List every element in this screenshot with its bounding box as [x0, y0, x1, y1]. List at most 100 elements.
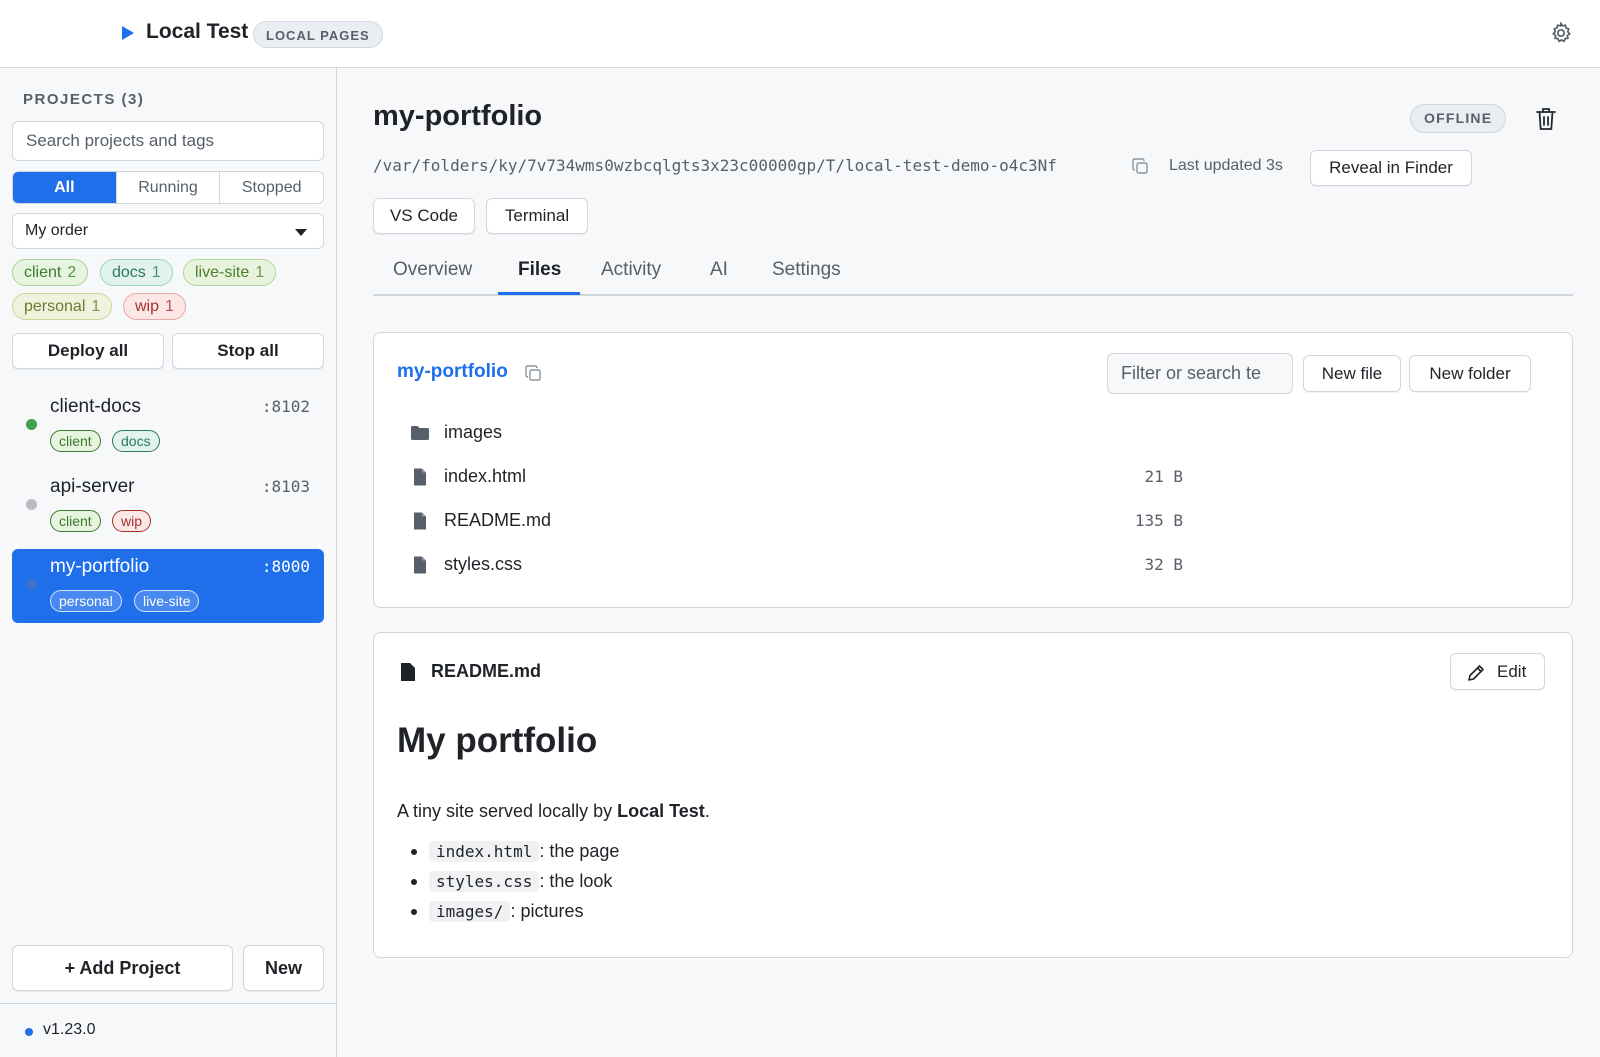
trash-icon[interactable]: [1534, 106, 1558, 132]
edit-button[interactable]: Edit: [1450, 653, 1545, 690]
order-select[interactable]: My order: [12, 213, 324, 249]
active-tab-indicator: [498, 292, 580, 295]
list-item-text: : pictures: [510, 901, 584, 921]
tag-name: live-site: [195, 264, 250, 281]
tab-activity[interactable]: Activity: [601, 259, 661, 281]
file-size: 135 B: [1134, 511, 1183, 530]
list-item-text: : the page: [539, 841, 620, 861]
tag-count: 2: [67, 264, 77, 281]
sidebar-footer: v1.23.0: [0, 1003, 337, 1057]
top-bar: Local Test LOCAL PAGES: [0, 0, 1600, 68]
file-row[interactable]: README.md 135 B: [397, 500, 1367, 544]
readme-preview: README.md Edit My portfolio A tiny site …: [373, 632, 1573, 958]
tag-filter-live-site[interactable]: live-site 1: [183, 259, 277, 286]
file-name: README.md: [444, 510, 552, 530]
tag-name: docs: [112, 264, 146, 281]
project-tabs: Overview Files Activity AI Settings: [373, 253, 1573, 296]
tag-filter-personal[interactable]: personal 1: [12, 293, 113, 320]
tag-count: 1: [91, 298, 101, 315]
new-folder-button[interactable]: New folder: [1409, 355, 1531, 392]
play-icon[interactable]: [122, 26, 134, 40]
copy-icon[interactable]: [525, 365, 542, 382]
file-icon: [414, 556, 426, 574]
project-tag: docs: [112, 430, 160, 452]
tag-count: 1: [151, 264, 161, 281]
tag-filter-client[interactable]: client 2: [12, 259, 89, 286]
project-name: my-portfolio: [50, 556, 150, 577]
readme-file-name: README.md: [431, 661, 542, 681]
filter-running[interactable]: Running: [117, 172, 221, 203]
file-name: index.html: [444, 466, 527, 486]
inline-code: styles.css: [429, 871, 540, 892]
status-dot-stopped: [26, 579, 37, 590]
search-projects-input[interactable]: [12, 121, 324, 161]
project-tag: live-site: [134, 590, 200, 612]
project-tag: client: [50, 430, 101, 452]
tab-settings[interactable]: Settings: [772, 259, 841, 281]
tag-count: 1: [165, 298, 174, 315]
project-item-my-portfolio[interactable]: my-portfolio :8000 personal live-site: [12, 549, 324, 623]
file-size: 21 B: [1144, 467, 1183, 486]
app-badge: LOCAL PAGES: [253, 21, 383, 48]
list-item: styles.css: the look: [411, 866, 619, 896]
tag-filter-docs[interactable]: docs 1: [100, 259, 173, 286]
tab-files[interactable]: Files: [518, 259, 561, 281]
gear-icon[interactable]: [1549, 21, 1573, 45]
status-badge: OFFLINE: [1410, 104, 1507, 133]
project-tag: wip: [112, 510, 152, 532]
project-item-client-docs[interactable]: client-docs :8102 client docs: [12, 389, 324, 463]
file-row[interactable]: index.html 21 B: [397, 456, 1367, 500]
pencil-icon: [1468, 665, 1484, 681]
project-title: my-portfolio: [373, 100, 543, 132]
list-item-text: : the look: [539, 871, 613, 891]
project-port: :8103: [261, 477, 310, 496]
file-icon: [401, 663, 415, 681]
tag-filter-wip[interactable]: wip 1: [123, 293, 186, 320]
readme-text: A tiny site served locally by: [397, 801, 618, 821]
chevron-down-icon: [295, 229, 307, 236]
app-title: Local Test: [146, 20, 249, 43]
readme-heading: My portfolio: [397, 721, 598, 760]
file-row[interactable]: images: [397, 412, 1367, 456]
tag-count: 1: [255, 264, 265, 281]
project-name: api-server: [50, 476, 135, 497]
file-icon: [414, 468, 426, 486]
file-browser: my-portfolio New file New folder images …: [373, 332, 1573, 608]
project-item-api-server[interactable]: api-server :8103 client wip: [12, 469, 324, 543]
inline-code: images/: [429, 901, 511, 922]
new-file-button[interactable]: New file: [1303, 355, 1401, 392]
add-project-button[interactable]: + Add Project: [12, 945, 233, 991]
tab-overview[interactable]: Overview: [393, 259, 472, 281]
vscode-button[interactable]: VS Code: [373, 198, 475, 234]
stop-all-button[interactable]: Stop all: [172, 333, 324, 369]
reveal-in-finder-button[interactable]: Reveal in Finder: [1310, 150, 1472, 186]
status-dot-stopped: [26, 499, 37, 510]
file-filter-input[interactable]: [1107, 353, 1293, 394]
project-name: client-docs: [50, 396, 141, 417]
readme-paragraph: A tiny site served locally by Local Test…: [397, 801, 710, 822]
project-port: :8102: [261, 397, 310, 416]
order-value: My order: [25, 222, 89, 239]
filter-all[interactable]: All: [13, 172, 117, 203]
projects-heading: PROJECTS (3): [23, 91, 145, 108]
file-size: 32 B: [1144, 555, 1183, 574]
inline-code: index.html: [429, 841, 540, 862]
terminal-button[interactable]: Terminal: [486, 198, 588, 234]
readme-bold-text: Local Test: [617, 801, 705, 821]
edit-label: Edit: [1497, 662, 1527, 681]
file-row[interactable]: styles.css 32 B: [397, 544, 1367, 588]
breadcrumb[interactable]: my-portfolio: [397, 361, 508, 383]
project-port: :8000: [261, 557, 310, 576]
folder-icon: [411, 426, 429, 440]
tag-name: personal: [24, 298, 86, 315]
filter-stopped[interactable]: Stopped: [220, 172, 323, 203]
tab-ai[interactable]: AI: [710, 259, 728, 281]
copy-icon[interactable]: [1132, 158, 1149, 175]
project-tag: client: [50, 510, 101, 532]
status-filter: All Running Stopped: [12, 171, 324, 204]
deploy-all-button[interactable]: Deploy all: [12, 333, 164, 369]
last-updated: Last updated 3s: [1169, 157, 1283, 174]
new-project-button[interactable]: New: [243, 945, 324, 991]
version-label: v1.23.0: [43, 1021, 96, 1038]
list-item: images/: pictures: [411, 896, 619, 926]
